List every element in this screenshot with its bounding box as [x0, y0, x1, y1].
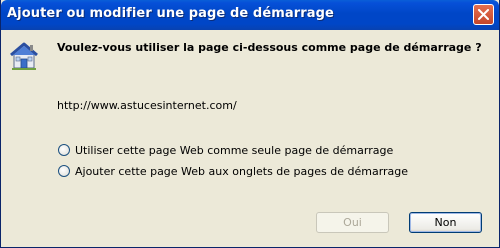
no-button[interactable]: Non: [409, 212, 482, 233]
option-add-tab[interactable]: Ajouter cette page Web aux onglets de pa…: [58, 164, 408, 178]
homepage-url: http://www.astucesinternet.com/: [57, 99, 237, 112]
dialog-window: Ajouter ou modifier une page de démarrag…: [0, 0, 500, 248]
radio-button[interactable]: [58, 144, 70, 156]
option-single-homepage[interactable]: Utiliser cette page Web comme seule page…: [58, 143, 393, 157]
dialog-title: Ajouter ou modifier une page de démarrag…: [7, 6, 334, 21]
close-button[interactable]: [473, 4, 494, 25]
radio-button[interactable]: [58, 165, 70, 177]
house-icon: [10, 42, 38, 70]
close-icon: [478, 9, 489, 20]
yes-button[interactable]: Oui: [316, 212, 389, 233]
title-bar[interactable]: Ajouter ou modifier une page de démarrag…: [1, 0, 499, 30]
option-label: Utiliser cette page Web comme seule page…: [75, 143, 394, 157]
option-label: Ajouter cette page Web aux onglets de pa…: [75, 164, 409, 178]
dialog-question: Voulez-vous utiliser la page ci-dessous …: [57, 41, 482, 54]
dialog-body: Voulez-vous utiliser la page ci-dessous …: [1, 30, 499, 247]
